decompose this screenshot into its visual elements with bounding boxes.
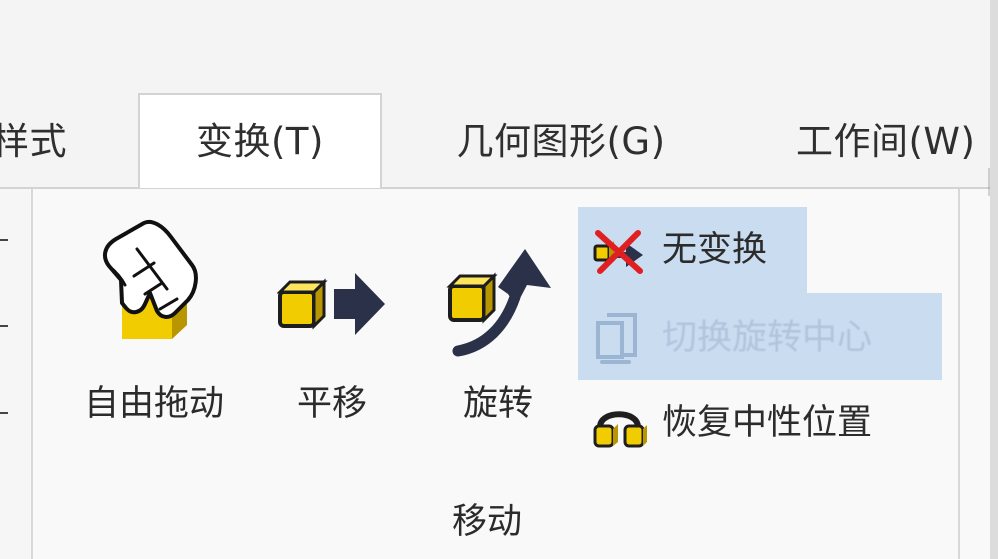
tab-transform[interactable]: 变换(T) bbox=[138, 93, 382, 188]
ribbon-divider-left bbox=[31, 189, 33, 559]
ribbon-divider-right bbox=[958, 189, 960, 559]
reset-neutral-label: 恢复中性位置 bbox=[662, 402, 873, 443]
tab-style[interactable]: 样式 bbox=[0, 95, 98, 187]
disabled-command-label: 切换旋转中心 bbox=[662, 317, 873, 358]
left-edge-markers bbox=[0, 189, 30, 559]
rotate-button[interactable]: 旋转 bbox=[443, 219, 553, 422]
transform-ribbon-window: 样式 变换(T) 几何图形(G) 工作间(W) 自由拖动 平移 旋转 移动 无变… bbox=[0, 0, 998, 559]
faint-pivot-icon bbox=[590, 309, 648, 367]
tab-workspace[interactable]: 工作间(W) bbox=[796, 95, 998, 187]
cube-right-arrow-icon bbox=[276, 269, 387, 339]
headphone-reset-icon bbox=[590, 394, 648, 452]
rotate-label: 旋转 bbox=[462, 384, 533, 424]
hand-grab-cube-icon bbox=[89, 219, 209, 343]
no-transform-command[interactable]: 无变换 bbox=[590, 221, 767, 279]
free-drag-label: 自由拖动 bbox=[83, 384, 224, 424]
free-drag-button[interactable]: 自由拖动 bbox=[64, 219, 244, 422]
ribbon-tab-strip: 样式 变换(T) 几何图形(G) 工作间(W) bbox=[0, 93, 998, 188]
left-edge-marker bbox=[0, 325, 8, 327]
tab-geometry[interactable]: 几何图形(G) bbox=[438, 95, 684, 187]
translate-label: 平移 bbox=[296, 384, 367, 424]
transform-ribbon: 自由拖动 平移 旋转 移动 无变换 切换旋转中心 恢复中性位置 bbox=[0, 187, 990, 559]
no-transform-label: 无变换 bbox=[662, 229, 768, 270]
cube-rotation-arrow-icon bbox=[443, 244, 553, 359]
window-right-edge bbox=[990, 0, 998, 559]
left-edge-marker bbox=[0, 412, 8, 414]
translate-button[interactable]: 平移 bbox=[272, 219, 392, 422]
move-group-label: 移动 bbox=[452, 502, 523, 542]
red-x-arrow-icon bbox=[590, 221, 648, 279]
disabled-transform-command: 切换旋转中心 bbox=[590, 309, 872, 367]
reset-neutral-command[interactable]: 恢复中性位置 bbox=[590, 394, 872, 452]
left-edge-marker bbox=[0, 239, 8, 241]
